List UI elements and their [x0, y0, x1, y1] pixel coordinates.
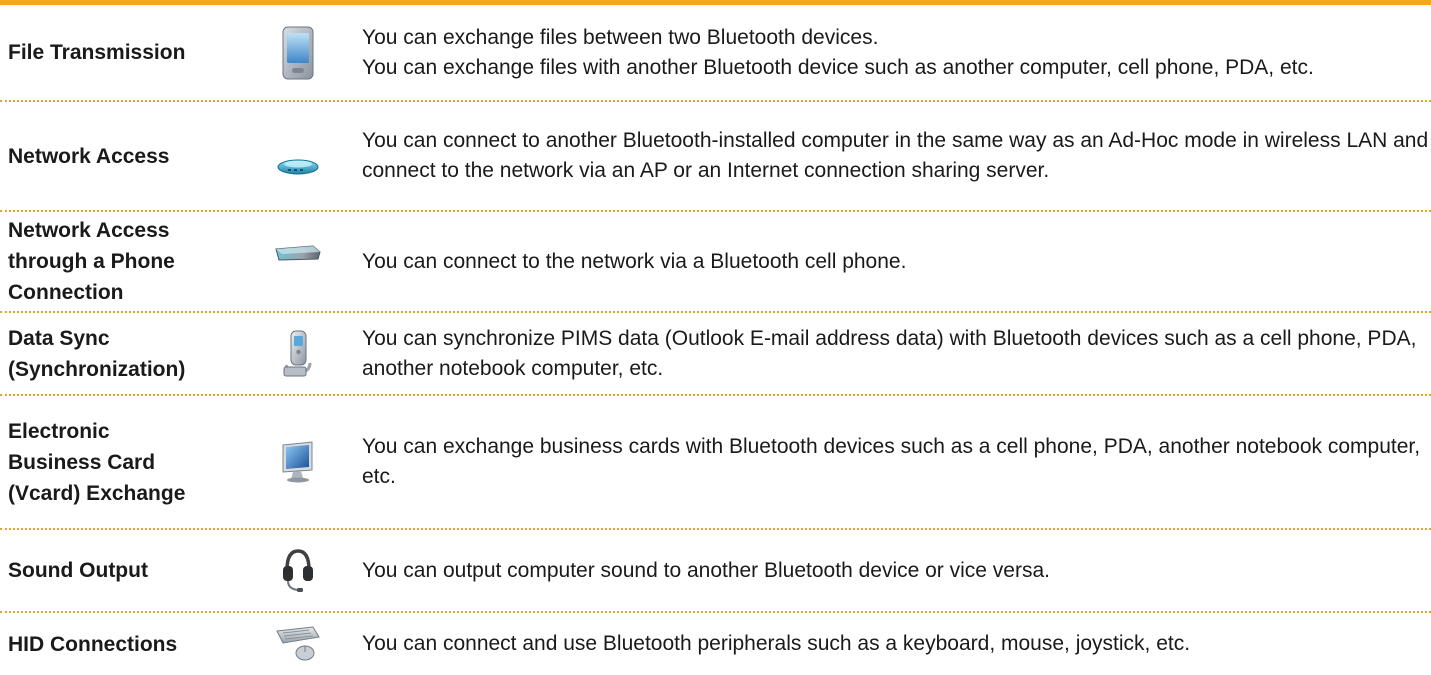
row-label-business-card: Electronic Business Card (Vcard) Exchang…	[8, 419, 186, 505]
row-description: You can connect to the network via a Blu…	[362, 249, 907, 273]
pda-icon	[262, 5, 334, 100]
row-description: You can output computer sound to another…	[362, 558, 1050, 582]
headset-icon	[262, 530, 334, 611]
row-label-hid-connections: HID Connections	[8, 632, 178, 656]
table-row: File Transmission You can exchange files…	[0, 5, 1431, 102]
row-description: You can exchange business cards with Blu…	[362, 435, 1421, 488]
row-label-data-sync: Data Sync (Synchronization)	[8, 326, 186, 381]
phone-sync-icon	[262, 313, 334, 394]
modem-icon	[262, 212, 334, 311]
row-description: You can connect and use Bluetooth periph…	[362, 632, 1191, 655]
table-row: Data Sync (Synchronization) You can sync…	[0, 313, 1431, 396]
row-label-network-access: Network Access	[8, 144, 170, 168]
row-label-sound-output: Sound Output	[8, 559, 148, 582]
row-description: You can synchronize PIMS data (Outlook E…	[362, 326, 1417, 380]
keyboard-mouse-icon	[262, 613, 334, 675]
row-label-network-access-phone: Network Access through a Phone Connectio…	[8, 219, 175, 304]
access-point-icon	[262, 102, 334, 210]
row-label-file-transmission: File Transmission	[8, 41, 186, 64]
row-description: You can connect to another Bluetooth-ins…	[362, 129, 1429, 182]
row-description: You can exchange files between two Bluet…	[362, 25, 1314, 79]
table-row: Electronic Business Card (Vcard) Exchang…	[0, 396, 1431, 530]
table-row: Network Access You can connect to anothe…	[0, 102, 1431, 212]
monitor-icon	[262, 396, 334, 528]
table-row: Network Access through a Phone Connectio…	[0, 212, 1431, 313]
table-row: Sound Output You can output computer sou…	[0, 530, 1431, 613]
table-row: HID Connections You can connect and use …	[0, 613, 1431, 675]
